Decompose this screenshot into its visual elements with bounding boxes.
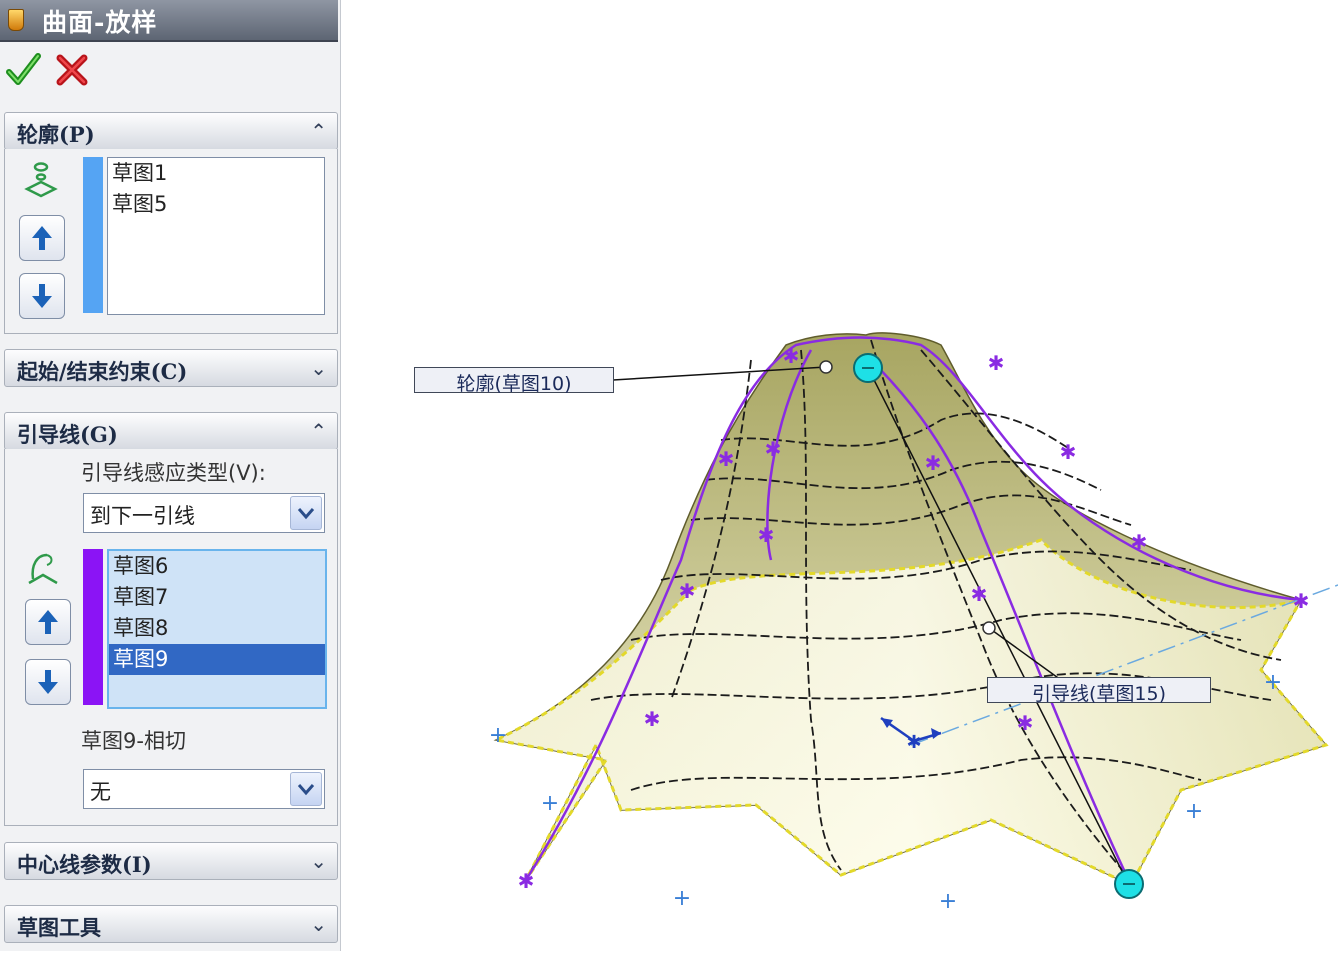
move-down-button[interactable] bbox=[19, 273, 65, 319]
start-end-constraints-header[interactable]: 起始/结束约束(C) ⌄ bbox=[4, 349, 338, 387]
svg-text:✱: ✱ bbox=[988, 351, 1005, 375]
chevron-down-icon bbox=[290, 496, 322, 530]
connection-point[interactable] bbox=[982, 621, 996, 635]
callout-guide-label: 引导线(草图15) bbox=[1031, 683, 1166, 705]
list-item[interactable]: 草图1 bbox=[108, 158, 324, 189]
x-icon bbox=[56, 54, 88, 86]
panel-title-bar: 曲面-放样 bbox=[0, 0, 338, 42]
start-end-section-label: 起始/结束约束(C) bbox=[17, 359, 188, 384]
move-up-button[interactable] bbox=[19, 215, 65, 261]
arrow-down-icon bbox=[32, 284, 52, 308]
svg-text:✱: ✱ bbox=[925, 451, 942, 475]
guides-section-label: 引导线(G) bbox=[17, 422, 118, 447]
expand-icon: ⌄ bbox=[310, 912, 327, 936]
tangency-dropdown[interactable]: 无 bbox=[83, 769, 325, 809]
sketch-tools-header[interactable]: 草图工具 ⌄ bbox=[4, 905, 338, 943]
chevron-down-icon bbox=[290, 772, 322, 806]
profiles-section-body: 草图1 草图5 bbox=[4, 149, 338, 334]
graphics-viewport[interactable]: ✱ ✱ ✱ ✱ ✱ ✱ ✱ ✱ ✱ ✱ ✱ ✱ ✱ ✱ + + + + + + ✱ 轮廓(草图10) 引导… bbox=[341, 0, 1338, 951]
profile-loft-icon bbox=[24, 162, 58, 198]
sketch-tools-section-label: 草图工具 bbox=[17, 915, 101, 940]
guides-listbox[interactable]: 草图6 草图7 草图8 草图9 bbox=[107, 549, 327, 709]
tangency-value: 无 bbox=[90, 780, 111, 804]
svg-text:✱: ✱ bbox=[1131, 530, 1148, 554]
arrow-down-icon bbox=[38, 670, 58, 694]
check-icon bbox=[6, 53, 41, 85]
svg-text:✱: ✱ bbox=[518, 869, 535, 893]
callout-guide[interactable]: 引导线(草图15) bbox=[987, 677, 1211, 705]
callout-profile-label: 轮廓(草图10) bbox=[456, 373, 572, 395]
guide-influence-label: 引导线感应类型(V): bbox=[81, 461, 266, 485]
centerline-section-label: 中心线参数(I) bbox=[17, 852, 152, 877]
guide-move-up-button[interactable] bbox=[25, 599, 71, 645]
svg-text:✱: ✱ bbox=[644, 707, 661, 731]
expand-icon: ⌄ bbox=[310, 356, 327, 380]
list-item-selected[interactable]: 草图9 bbox=[109, 644, 325, 675]
loft-feature-icon bbox=[8, 9, 24, 31]
svg-text:+: + bbox=[1264, 670, 1282, 695]
expand-icon: ⌄ bbox=[310, 849, 327, 873]
svg-text:✱: ✱ bbox=[718, 447, 735, 471]
svg-text:✱: ✱ bbox=[1293, 589, 1310, 613]
guide-curve-icon bbox=[28, 553, 58, 585]
guides-section-body: 引导线感应类型(V): 到下一引线 草图6 草图7 草图8 草图9 草图9-相切 bbox=[4, 449, 338, 826]
guide-influence-dropdown[interactable]: 到下一引线 bbox=[83, 493, 325, 533]
handle-top[interactable] bbox=[853, 353, 883, 383]
svg-text:✱: ✱ bbox=[906, 732, 921, 753]
profiles-section-header[interactable]: 轮廓(P) ⌃ bbox=[4, 112, 338, 150]
profiles-section-label: 轮廓(P) bbox=[17, 122, 95, 147]
profile-color-bar bbox=[83, 157, 103, 313]
svg-text:+: + bbox=[939, 889, 957, 914]
connection-point[interactable] bbox=[819, 360, 833, 374]
guides-section-header[interactable]: 引导线(G) ⌃ bbox=[4, 412, 338, 450]
svg-text:+: + bbox=[673, 886, 691, 911]
arrow-up-icon bbox=[32, 226, 52, 250]
svg-text:✱: ✱ bbox=[1017, 711, 1034, 735]
cancel-button[interactable] bbox=[52, 50, 92, 90]
callout-profile[interactable]: 轮廓(草图10) bbox=[414, 367, 614, 395]
guide-color-bar bbox=[83, 549, 103, 705]
guide-influence-value: 到下一引线 bbox=[90, 504, 195, 528]
arrow-up-icon bbox=[38, 610, 58, 634]
centerline-params-header[interactable]: 中心线参数(I) ⌄ bbox=[4, 842, 338, 880]
list-item[interactable]: 草图5 bbox=[108, 189, 324, 220]
collapse-icon: ⌃ bbox=[310, 119, 327, 143]
svg-text:✱: ✱ bbox=[1060, 440, 1077, 464]
svg-text:+: + bbox=[541, 791, 559, 816]
tangency-label: 草图9-相切 bbox=[81, 729, 186, 753]
property-manager-panel: 曲面-放样 轮廓(P) ⌃ 草图1 草图5 起始/结束约束(C) ⌄ 引导线(G… bbox=[0, 0, 341, 951]
ok-button[interactable] bbox=[4, 50, 44, 90]
svg-text:+: + bbox=[489, 723, 507, 748]
handle-bottom[interactable] bbox=[1114, 869, 1144, 899]
ok-cancel-group bbox=[4, 50, 124, 90]
svg-text:+: + bbox=[1185, 799, 1203, 824]
svg-text:✱: ✱ bbox=[679, 579, 696, 603]
panel-title: 曲面-放样 bbox=[42, 8, 158, 37]
svg-text:✱: ✱ bbox=[971, 582, 988, 606]
loft-surface-preview[interactable]: ✱ ✱ ✱ ✱ ✱ ✱ ✱ ✱ ✱ ✱ ✱ ✱ ✱ ✱ + + + + + + ✱ bbox=[341, 0, 1338, 951]
collapse-icon: ⌃ bbox=[310, 419, 327, 443]
svg-text:✱: ✱ bbox=[765, 437, 782, 461]
svg-text:✱: ✱ bbox=[758, 523, 775, 547]
list-item[interactable]: 草图6 bbox=[109, 551, 325, 582]
list-item[interactable]: 草图8 bbox=[109, 613, 325, 644]
svg-text:✱: ✱ bbox=[783, 344, 800, 368]
profiles-listbox[interactable]: 草图1 草图5 bbox=[107, 157, 325, 315]
guide-move-down-button[interactable] bbox=[25, 659, 71, 705]
list-item[interactable]: 草图7 bbox=[109, 582, 325, 613]
